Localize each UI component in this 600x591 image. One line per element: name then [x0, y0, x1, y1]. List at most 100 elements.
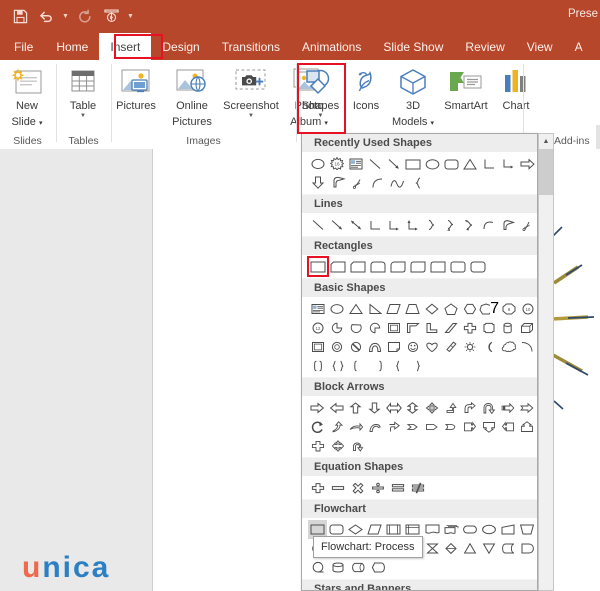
shape-decagon[interactable]: 10	[518, 299, 537, 318]
new-slide-button[interactable]: New Slide ▾	[1, 63, 53, 130]
shape-flowchart-sort[interactable]	[442, 539, 461, 558]
tab-insert[interactable]: Insert	[99, 33, 151, 60]
shape-flowchart-merge[interactable]	[480, 539, 499, 558]
shape-text-box[interactable]	[346, 154, 365, 173]
shape-flowchart-stored-data[interactable]	[499, 539, 518, 558]
shape-diagonal-stripe[interactable]	[442, 318, 461, 337]
shape-arc[interactable]	[518, 337, 537, 356]
tab-review[interactable]: Review	[454, 33, 515, 60]
shape-elbow-connector[interactable]	[480, 154, 499, 173]
shape-down-arrow[interactable]	[308, 173, 328, 192]
shape-line[interactable]	[308, 215, 327, 234]
shape-curved-arrow-connector[interactable]	[442, 215, 461, 234]
shape-rectangle[interactable]	[403, 154, 422, 173]
shape-down-arrow[interactable]	[365, 398, 384, 417]
shape-wave[interactable]	[388, 173, 408, 192]
shape-round-same-side-corner[interactable]	[448, 257, 468, 276]
shape-not-equal[interactable]	[408, 478, 428, 497]
shape-up-arrow-callout[interactable]	[518, 417, 537, 436]
shape-l-shape[interactable]	[422, 318, 441, 337]
tab-slide-show[interactable]: Slide Show	[372, 33, 454, 60]
shape-quad-arrow[interactable]	[422, 398, 441, 417]
shape-line-arrow[interactable]	[384, 154, 403, 173]
shape-up-arrow[interactable]	[346, 398, 365, 417]
shape-freeform[interactable]	[499, 215, 518, 234]
shape-minus[interactable]	[328, 478, 348, 497]
shape-smiley-face[interactable]	[403, 337, 422, 356]
shape-circular-arrow[interactable]	[308, 417, 327, 436]
redo-icon[interactable]	[73, 4, 97, 28]
shapes-gallery-dropdown[interactable]: Recently Used Shapes 16	[301, 133, 538, 591]
screenshot-button[interactable]: Screenshot ▼	[220, 63, 282, 120]
shape-left-arrow[interactable]	[327, 398, 346, 417]
shape-right-triangle[interactable]	[365, 299, 384, 318]
shape-striped-right-arrow[interactable]	[499, 398, 518, 417]
shape-flowchart-multidocument[interactable]	[442, 520, 461, 539]
shape-flowchart-extract[interactable]	[461, 539, 480, 558]
shape-left-right-arrow[interactable]	[384, 398, 403, 417]
3d-models-button[interactable]: 3D Models ▾	[388, 63, 438, 130]
shape-flowchart-document[interactable]	[422, 520, 441, 539]
shape-no-symbol[interactable]	[346, 337, 365, 356]
shape-oval[interactable]	[327, 299, 346, 318]
shape-flowchart-magnetic-disk[interactable]	[328, 558, 348, 577]
shape-folded-corner[interactable]	[384, 337, 403, 356]
undo-icon[interactable]	[34, 4, 58, 28]
shape-teardrop[interactable]	[365, 318, 384, 337]
shape-cross[interactable]	[461, 318, 480, 337]
shape-pentagon[interactable]	[441, 299, 460, 318]
shape-diamond[interactable]	[422, 299, 441, 318]
shape-home-plate[interactable]	[442, 417, 461, 436]
shape-right-bracket[interactable]	[348, 356, 368, 375]
shape-right-arrow-callout[interactable]	[461, 417, 480, 436]
shape-octagon[interactable]: 8	[499, 299, 518, 318]
tab-transitions[interactable]: Transitions	[211, 33, 291, 60]
tab-design[interactable]: Design	[151, 33, 210, 60]
pictures-button[interactable]: Pictures	[108, 63, 164, 113]
table-button[interactable]: Table ▼	[57, 63, 109, 120]
shape-divide[interactable]	[368, 478, 388, 497]
shape-flowchart-collate[interactable]	[422, 539, 441, 558]
shape-elbow-double-arrow[interactable]	[403, 215, 422, 234]
shape-elbow-arrow[interactable]	[384, 215, 403, 234]
shape-cloud[interactable]	[499, 337, 518, 356]
shape-oval[interactable]	[308, 154, 327, 173]
shape-right-arrow[interactable]	[518, 154, 537, 173]
shape-cube[interactable]	[518, 318, 537, 337]
shape-bent-arrow[interactable]	[461, 398, 480, 417]
shape-rounded-corner-rectangle[interactable]	[328, 257, 348, 276]
shape-line-double-arrow[interactable]	[346, 215, 365, 234]
shape-curved-left-arrow[interactable]	[346, 417, 365, 436]
shape-flowchart-preparation[interactable]	[480, 520, 499, 539]
shape-donut[interactable]	[327, 337, 346, 356]
smartart-button[interactable]: SmartArt	[438, 63, 494, 113]
shape-round-diagonal-corner[interactable]	[468, 257, 488, 276]
shape-triangle[interactable]	[461, 154, 480, 173]
online-pictures-button[interactable]: Online Pictures	[164, 63, 220, 128]
shape-right-brace-2[interactable]	[408, 356, 428, 375]
shape-bent-up-arrow[interactable]	[442, 398, 461, 417]
shapes-dropdown-icon[interactable]: ▼	[318, 113, 324, 120]
shapes-gallery-scrollbar[interactable]: ▲	[538, 133, 554, 591]
shape-dodecagon[interactable]: 12	[308, 318, 327, 337]
customize-quick-access-icon[interactable]: ▼	[125, 4, 136, 28]
shape-trapezoid[interactable]	[403, 299, 422, 318]
shape-flowchart-manual-input[interactable]	[499, 520, 518, 539]
shape-elbow-connector[interactable]	[365, 215, 384, 234]
shape-scribble[interactable]	[518, 215, 537, 234]
tab-view[interactable]: View	[516, 33, 564, 60]
shape-parallelogram[interactable]	[384, 299, 403, 318]
shape-curved-right-arrow[interactable]	[327, 417, 346, 436]
shape-heart[interactable]	[422, 337, 441, 356]
icons-button[interactable]: Icons	[344, 63, 388, 113]
shape-oval-2[interactable]	[422, 154, 441, 173]
tab-animations[interactable]: Animations	[291, 33, 372, 60]
shape-left-brace[interactable]	[408, 173, 428, 192]
shape-down-arrow-callout[interactable]	[480, 417, 499, 436]
shape-rectangle[interactable]	[308, 257, 328, 276]
shape-curved-down-arrow[interactable]	[384, 417, 403, 436]
shape-block-arc[interactable]	[365, 337, 384, 356]
shape-text-box[interactable]	[308, 299, 327, 318]
shape-regular-pentagon-plaque[interactable]	[480, 318, 499, 337]
undo-dropdown-icon[interactable]: ▼	[60, 4, 71, 28]
